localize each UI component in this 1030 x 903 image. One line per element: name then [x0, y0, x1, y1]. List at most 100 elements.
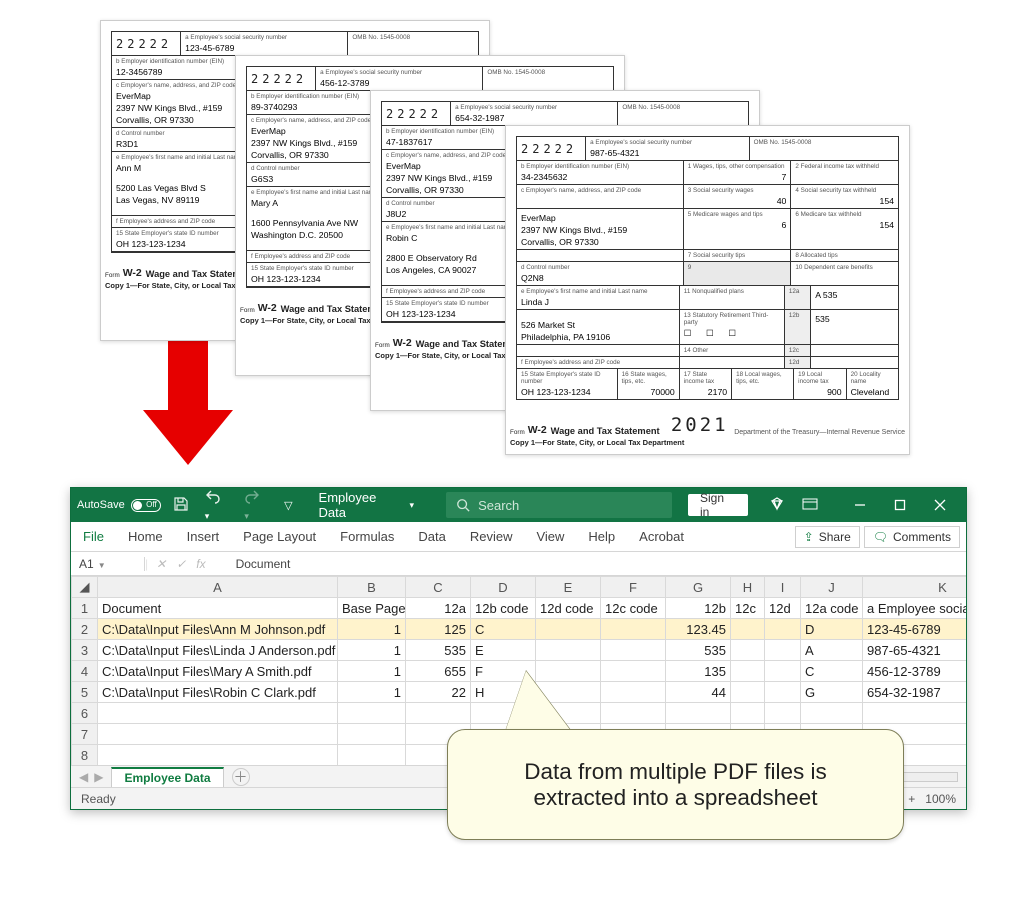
cell[interactable]: 1: [338, 619, 406, 640]
row-header[interactable]: 8: [72, 745, 98, 766]
row-header[interactable]: 7: [72, 724, 98, 745]
row-header[interactable]: 2: [72, 619, 98, 640]
cell[interactable]: [731, 682, 765, 703]
tab-review[interactable]: Review: [458, 522, 525, 551]
close-button[interactable]: [920, 488, 960, 522]
tab-home[interactable]: Home: [116, 522, 175, 551]
row-header[interactable]: 6: [72, 703, 98, 724]
cell[interactable]: Document: [98, 598, 338, 619]
tab-file[interactable]: File: [71, 522, 116, 551]
signin-button[interactable]: Sign in: [688, 494, 748, 516]
accept-icon[interactable]: ✓: [176, 557, 186, 571]
cell[interactable]: [601, 619, 666, 640]
undo-icon[interactable]: ▾: [201, 487, 233, 526]
cancel-icon[interactable]: ✕: [156, 557, 166, 571]
zoom-in-button[interactable]: +: [908, 792, 915, 806]
cell[interactable]: C:\Data\Input Files\Ann M Johnson.pdf: [98, 619, 338, 640]
add-sheet-button[interactable]: ＋: [232, 768, 250, 786]
tab-data[interactable]: Data: [406, 522, 457, 551]
cell[interactable]: C:\Data\Input Files\Robin C Clark.pdf: [98, 682, 338, 703]
cell[interactable]: 12d code: [536, 598, 601, 619]
cell[interactable]: G: [801, 682, 863, 703]
diamond-icon[interactable]: [764, 491, 790, 520]
tab-formulas[interactable]: Formulas: [328, 522, 406, 551]
cell[interactable]: [731, 640, 765, 661]
redo-icon[interactable]: ▾: [240, 487, 272, 526]
col-header-k[interactable]: K: [863, 577, 967, 598]
cell[interactable]: 12a: [406, 598, 471, 619]
ribbon-mode-icon[interactable]: [798, 492, 822, 519]
share-button[interactable]: ⇪Share: [795, 526, 860, 548]
cell[interactable]: 12b code: [471, 598, 536, 619]
col-header-d[interactable]: D: [471, 577, 536, 598]
select-all-cell[interactable]: ◢: [72, 577, 98, 598]
cell[interactable]: 12c: [731, 598, 765, 619]
table-row[interactable]: 2 C:\Data\Input Files\Ann M Johnson.pdf …: [72, 619, 967, 640]
formula-input[interactable]: Document: [236, 557, 291, 571]
tab-acrobat[interactable]: Acrobat: [627, 522, 696, 551]
maximize-button[interactable]: [880, 488, 920, 522]
autosave-toggle[interactable]: AutoSave Off: [77, 499, 161, 512]
cell[interactable]: 44: [666, 682, 731, 703]
row-header[interactable]: 3: [72, 640, 98, 661]
zoom-level[interactable]: 100%: [925, 792, 956, 806]
tab-view[interactable]: View: [524, 522, 576, 551]
cell[interactable]: 123-45-6789: [863, 619, 967, 640]
save-icon[interactable]: [169, 492, 193, 519]
cell[interactable]: 1: [338, 640, 406, 661]
col-header-c[interactable]: C: [406, 577, 471, 598]
cell[interactable]: C: [801, 661, 863, 682]
cell[interactable]: A: [801, 640, 863, 661]
cell[interactable]: 456-12-3789: [863, 661, 967, 682]
cell[interactable]: [765, 640, 801, 661]
cell[interactable]: 12d: [765, 598, 801, 619]
cell[interactable]: C:\Data\Input Files\Mary A Smith.pdf: [98, 661, 338, 682]
col-header-j[interactable]: J: [801, 577, 863, 598]
cell[interactable]: 12a code: [801, 598, 863, 619]
search-input[interactable]: Search: [446, 492, 672, 518]
row-header[interactable]: 5: [72, 682, 98, 703]
col-header-b[interactable]: B: [338, 577, 406, 598]
col-header-h[interactable]: H: [731, 577, 765, 598]
cell[interactable]: [536, 619, 601, 640]
row-header[interactable]: 4: [72, 661, 98, 682]
cell[interactable]: 987-65-4321: [863, 640, 967, 661]
qat-dropdown-icon[interactable]: ▽: [280, 495, 296, 516]
sheet-tab-active[interactable]: Employee Data: [111, 767, 223, 787]
fx-icon[interactable]: fx: [196, 557, 205, 571]
cell[interactable]: C: [471, 619, 536, 640]
sheet-nav-prev[interactable]: ◀: [79, 770, 88, 784]
cell[interactable]: 12b: [666, 598, 731, 619]
cell[interactable]: [536, 640, 601, 661]
cell[interactable]: 123.45: [666, 619, 731, 640]
cell[interactable]: 655: [406, 661, 471, 682]
table-row[interactable]: 3 C:\Data\Input Files\Linda J Anderson.p…: [72, 640, 967, 661]
cell[interactable]: 12c code: [601, 598, 666, 619]
col-header-e[interactable]: E: [536, 577, 601, 598]
tab-insert[interactable]: Insert: [175, 522, 232, 551]
cell[interactable]: 535: [666, 640, 731, 661]
cell[interactable]: [765, 661, 801, 682]
col-header-i[interactable]: I: [765, 577, 801, 598]
row-header[interactable]: 1: [72, 598, 98, 619]
tab-help[interactable]: Help: [576, 522, 627, 551]
cell[interactable]: [731, 661, 765, 682]
col-header-f[interactable]: F: [601, 577, 666, 598]
cell[interactable]: [765, 682, 801, 703]
cell[interactable]: 1: [338, 682, 406, 703]
cell[interactable]: 654-32-1987: [863, 682, 967, 703]
cell[interactable]: E: [471, 640, 536, 661]
cell[interactable]: [601, 661, 666, 682]
cell[interactable]: [601, 640, 666, 661]
sheet-nav-next[interactable]: ▶: [94, 770, 103, 784]
cell[interactable]: 535: [406, 640, 471, 661]
cell[interactable]: 22: [406, 682, 471, 703]
col-header-g[interactable]: G: [666, 577, 731, 598]
cell[interactable]: [765, 619, 801, 640]
cell[interactable]: D: [801, 619, 863, 640]
minimize-button[interactable]: [840, 488, 880, 522]
cell[interactable]: a Employee social security: [863, 598, 967, 619]
document-name[interactable]: Employee Data ▾: [319, 490, 415, 520]
comments-button[interactable]: 🗨Comments: [864, 526, 960, 548]
cell[interactable]: [601, 682, 666, 703]
